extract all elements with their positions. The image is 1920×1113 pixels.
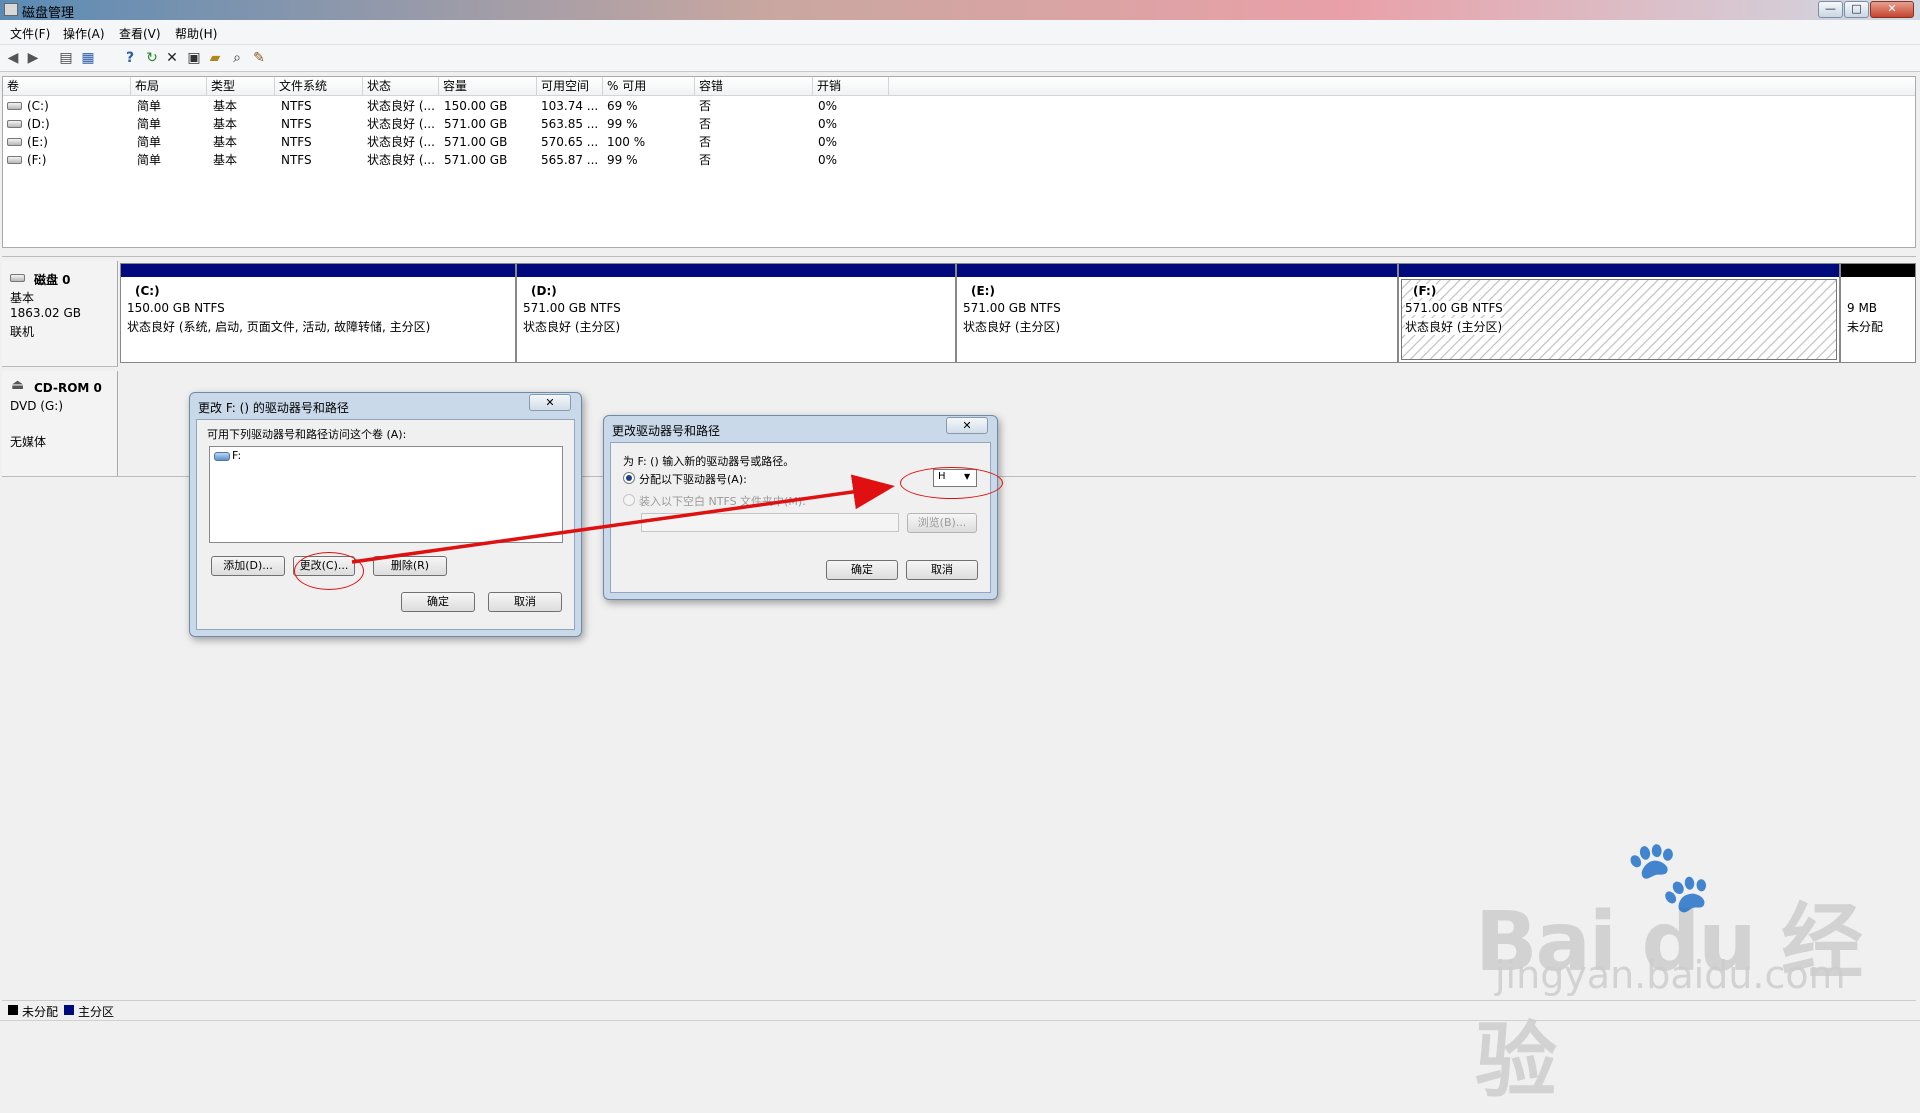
paw-icon: 🐾 (1625, 835, 1713, 917)
baidu-watermark: Bai du 经验 jingyan.baidu.com 🐾 (1475, 835, 1895, 1109)
watermark-url-text: jingyan.baidu.com (1495, 953, 1846, 997)
